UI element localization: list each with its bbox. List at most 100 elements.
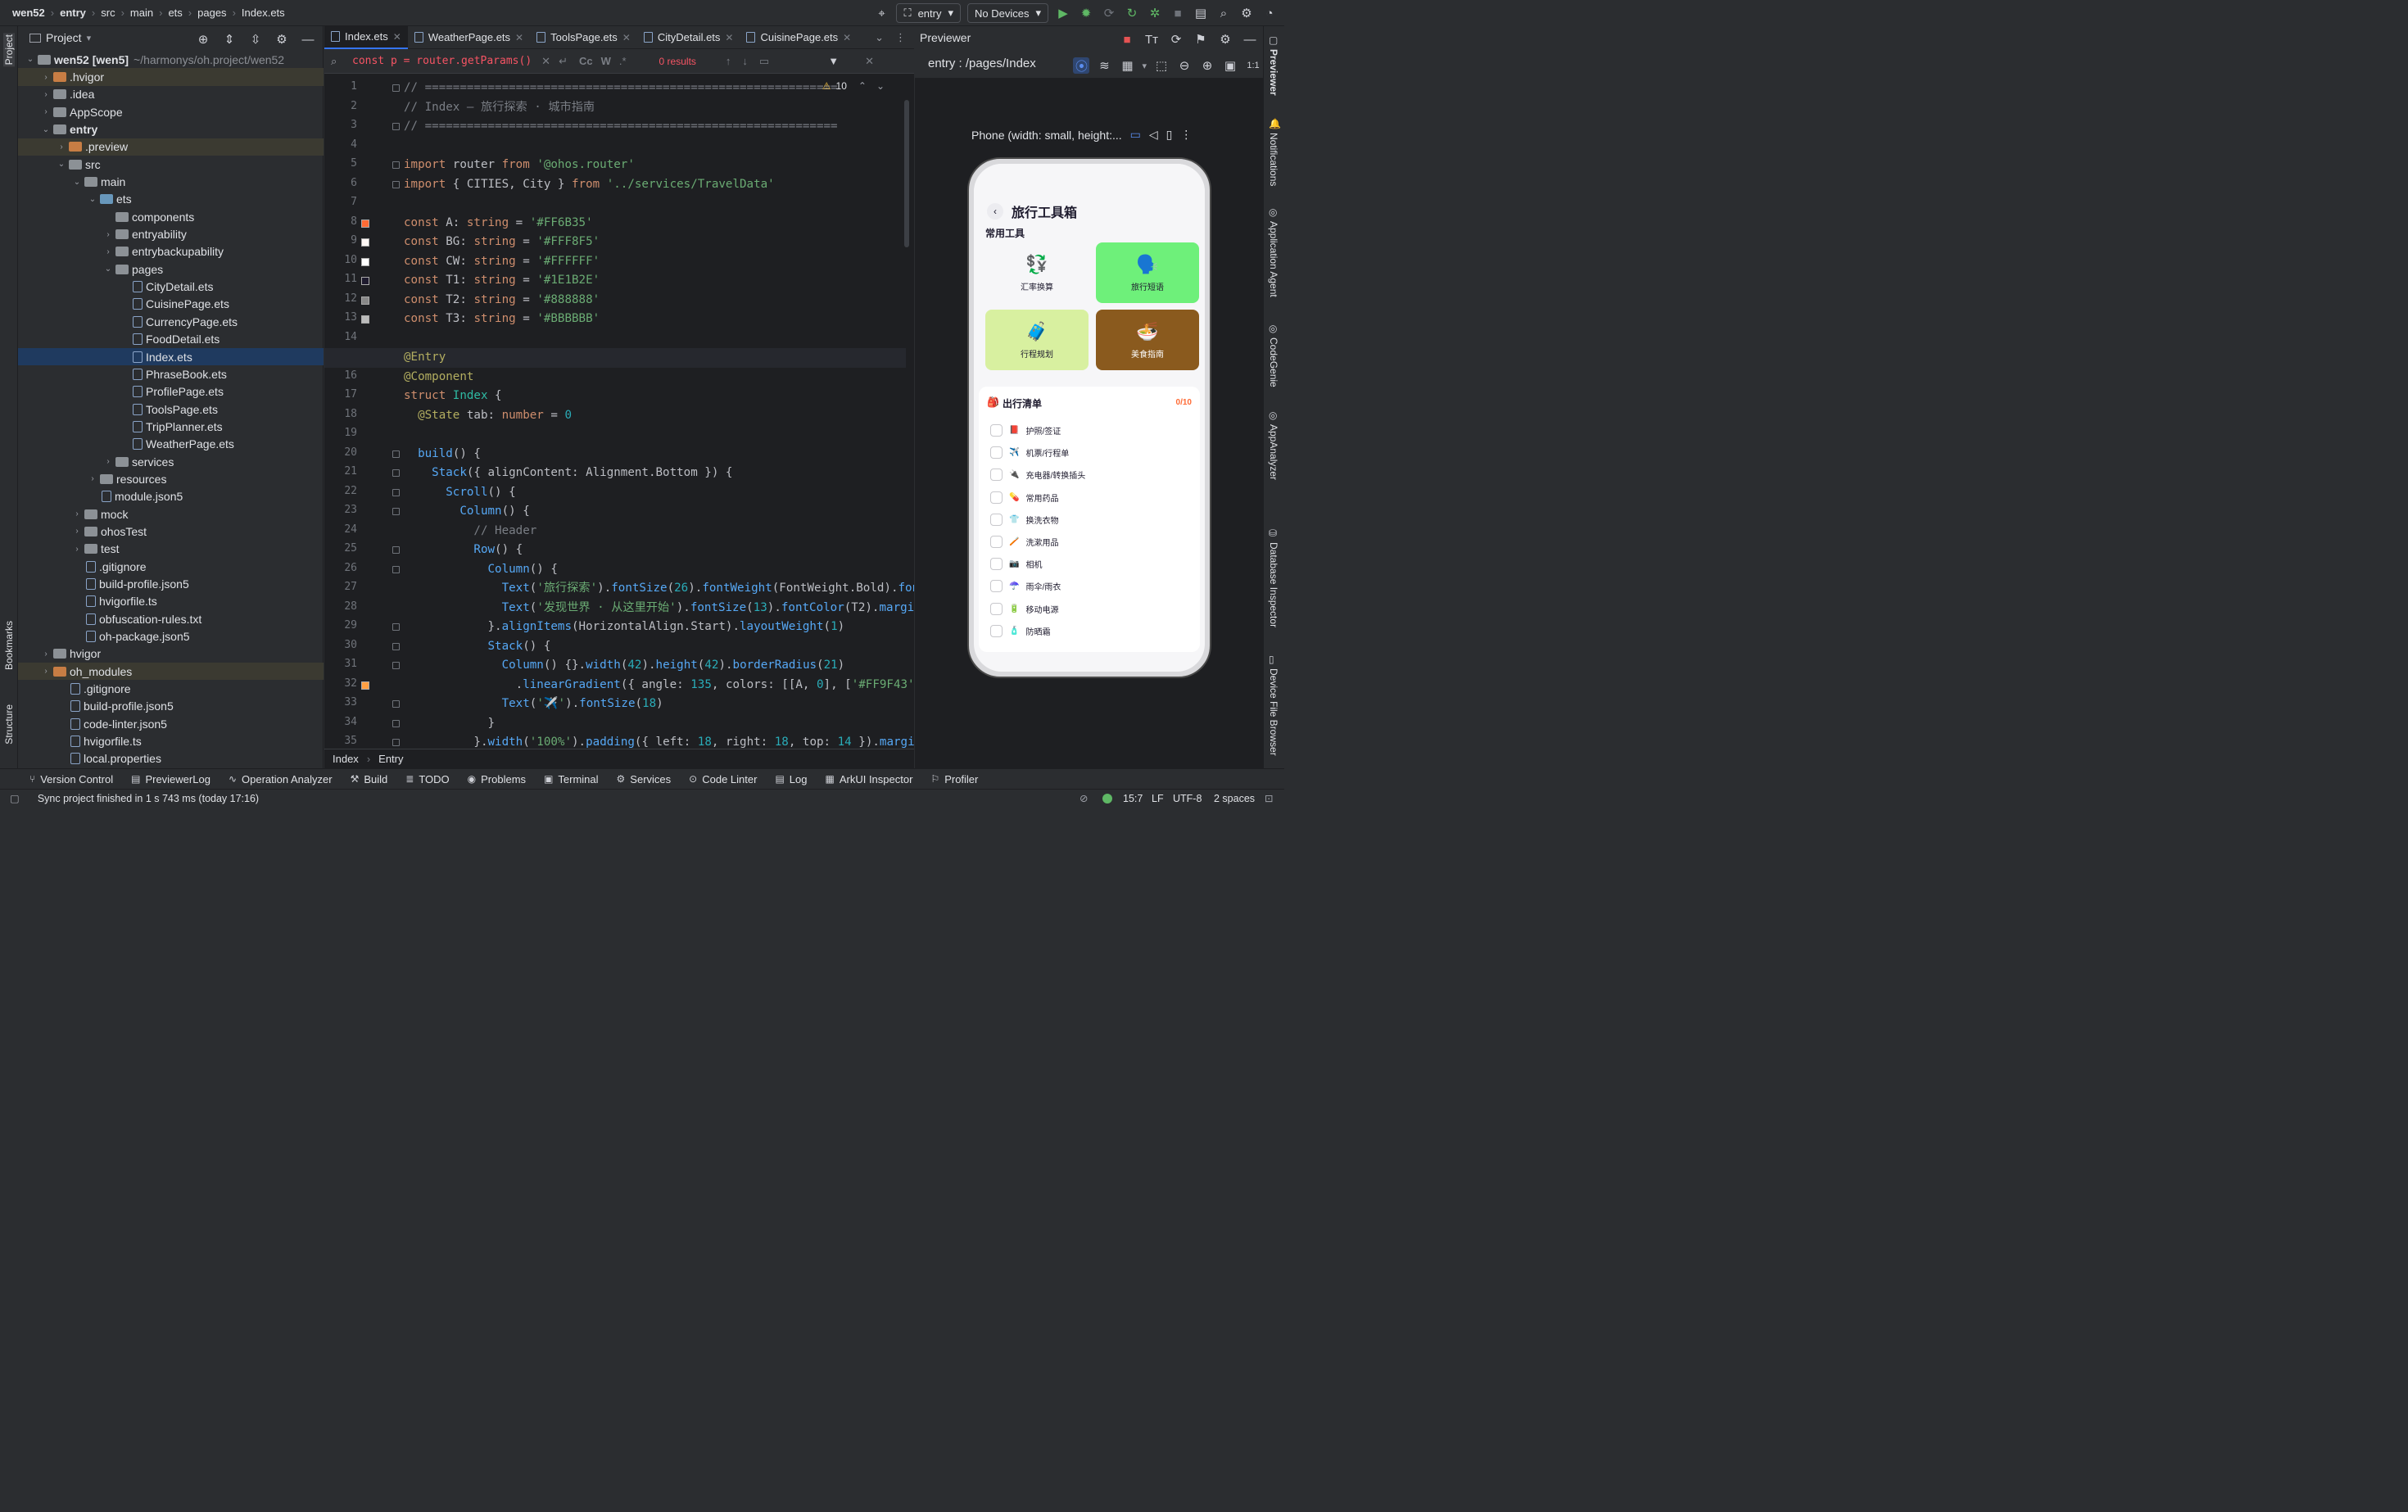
tree-item[interactable]: › hvigor: [18, 645, 324, 663]
layers-icon[interactable]: ≋: [1096, 57, 1112, 74]
breadcrumb-entry[interactable]: Entry: [378, 753, 403, 765]
fold-icon[interactable]: [392, 450, 400, 458]
tool-window-button[interactable]: ▤ Log: [775, 773, 807, 785]
tool-window-button[interactable]: ◉ Problems: [468, 773, 526, 785]
checkbox[interactable]: [990, 602, 1003, 615]
tree-item[interactable]: FoodDetail.ets: [18, 331, 324, 348]
tree-item[interactable]: ⌄ ets: [18, 191, 324, 208]
fold-icon[interactable]: [392, 565, 400, 573]
editor-tab[interactable]: WeatherPage.ets ✕: [408, 26, 530, 49]
tool-window-tab[interactable]: Previewer: [1268, 49, 1279, 96]
code-line[interactable]: import router from '@ohos.router': [404, 156, 635, 175]
editor-tab[interactable]: CuisinePage.ets ✕: [740, 26, 858, 49]
code-line[interactable]: import { CITIES, City } from '../service…: [404, 175, 775, 195]
code-line[interactable]: Text('发现世界 · 从这里开始').fontSize(13).fontCo…: [404, 599, 914, 618]
tree-item[interactable]: .gitignore: [18, 680, 324, 697]
run-icon[interactable]: ▶: [1055, 5, 1071, 21]
device-select[interactable]: No Devices ▾: [967, 3, 1048, 23]
status-ok-icon[interactable]: [1102, 793, 1112, 804]
tool-window-button[interactable]: ≣ TODO: [405, 773, 449, 785]
project-tool-tab[interactable]: Project: [3, 33, 15, 67]
whole-words-icon[interactable]: W: [601, 55, 611, 67]
close-tab-icon[interactable]: ✕: [622, 32, 631, 43]
code-line[interactable]: // Index — 旅行探索 · 城市指南: [404, 98, 595, 118]
settings-gear-icon[interactable]: ⚙: [1217, 31, 1233, 48]
breadcrumb-item[interactable]: entry: [57, 7, 88, 19]
fold-icon[interactable]: [392, 508, 400, 515]
tool-window-button[interactable]: ⚒ Build: [351, 773, 388, 785]
filter-icon[interactable]: ▭: [759, 55, 769, 68]
chevron-down-icon[interactable]: ⌄: [71, 178, 83, 187]
chevron-right-icon[interactable]: ›: [102, 230, 114, 239]
line-separator[interactable]: LF: [1152, 793, 1164, 804]
project-title[interactable]: Project: [46, 31, 82, 44]
chevron-right-icon[interactable]: ›: [71, 545, 83, 554]
lock-icon[interactable]: ⊡: [1265, 792, 1273, 804]
toggle-panels-icon[interactable]: ▢: [10, 792, 20, 804]
zoom-out-icon[interactable]: ⊖: [1176, 57, 1193, 74]
code-line[interactable]: // =====================================…: [404, 117, 838, 137]
filter-funnel-icon[interactable]: ▼: [828, 55, 839, 67]
tree-item[interactable]: WeatherPage.ets: [18, 436, 324, 453]
checklist-item[interactable]: 🔋 移动电源: [990, 602, 1058, 615]
code-line[interactable]: }.alignItems(HorizontalAlign.Start).layo…: [404, 618, 844, 637]
close-tab-icon[interactable]: ✕: [515, 32, 523, 43]
close-find-icon[interactable]: ✕: [865, 55, 874, 68]
tool-tile[interactable]: 🗣️ 旅行短语: [1096, 242, 1199, 303]
tool-window-button[interactable]: ⚙ Services: [617, 773, 672, 785]
locate-icon[interactable]: ⊕: [195, 31, 211, 48]
chevron-right-icon[interactable]: ›: [40, 650, 52, 659]
code-line[interactable]: build() {: [404, 445, 481, 464]
pin-icon[interactable]: ⚑: [1193, 31, 1209, 48]
tool-window-tab[interactable]: Notifications: [1268, 133, 1279, 186]
tree-item[interactable]: CityDetail.ets: [18, 278, 324, 295]
tree-item[interactable]: TripPlanner.ets: [18, 418, 324, 435]
checklist-item[interactable]: 👕 换洗衣物: [990, 513, 1058, 526]
checkbox[interactable]: [990, 513, 1003, 526]
tree-item[interactable]: ⌄ entry: [18, 120, 324, 138]
file-encoding[interactable]: UTF-8: [1173, 793, 1202, 804]
code-line[interactable]: const T3: string = '#BBBBBB': [404, 310, 600, 329]
checklist-item[interactable]: 📷 相机: [990, 558, 1042, 571]
phone-screen[interactable]: ‹ 旅行工具箱 常用工具 💱 汇率换算 🗣️ 旅行短语 🧳 行程规划 🍜 美食指南 🎒 出行清单…: [974, 164, 1205, 672]
fit-icon[interactable]: ⬚: [1153, 57, 1170, 74]
chevron-right-icon[interactable]: ›: [40, 90, 52, 99]
breadcrumb-item[interactable]: ets: [165, 7, 184, 19]
expand-all-icon[interactable]: ⇕: [221, 31, 238, 48]
color-swatch-icon[interactable]: [361, 681, 369, 690]
color-swatch-icon[interactable]: [361, 238, 369, 247]
chevron-down-icon[interactable]: ⌄: [102, 265, 114, 274]
chevron-right-icon[interactable]: ›: [56, 143, 67, 152]
tree-item[interactable]: › entryability: [18, 225, 324, 242]
breadcrumb-item[interactable]: wen52: [10, 7, 48, 19]
checkbox[interactable]: [990, 580, 1003, 593]
stop-preview-icon[interactable]: ■: [1119, 31, 1135, 48]
more-icon[interactable]: ⋮: [895, 31, 906, 44]
debug-icon[interactable]: ✹: [1078, 5, 1094, 21]
editor-tab[interactable]: Index.ets ✕: [324, 25, 408, 49]
tool-window-button[interactable]: ▣ Terminal: [544, 773, 598, 785]
breadcrumb-struct[interactable]: Index: [333, 753, 359, 765]
fold-icon[interactable]: [392, 739, 400, 746]
tool-tile[interactable]: 🧳 行程规划: [985, 310, 1089, 370]
breadcrumb-item[interactable]: main: [128, 7, 156, 19]
profile-avatar-icon[interactable]: ◔: [1261, 5, 1278, 21]
clear-icon[interactable]: ✕: [541, 55, 550, 68]
code-line[interactable]: Text('✈️').fontSize(18): [404, 695, 663, 714]
code-line[interactable]: const BG: string = '#FFF8F5': [404, 233, 600, 252]
inspection-widget[interactable]: ⚠ 10 ⌃ ⌄: [822, 80, 885, 92]
editor-scrollbar[interactable]: [904, 100, 909, 247]
indent-setting[interactable]: 2 spaces: [1214, 793, 1255, 804]
fold-icon[interactable]: [392, 84, 400, 92]
checkbox[interactable]: [990, 558, 1003, 571]
tool-window-button[interactable]: ∿ Operation Analyzer: [229, 773, 333, 785]
checklist-item[interactable]: 🪥 洗漱用品: [990, 536, 1058, 548]
tree-item[interactable]: obfuscation-rules.txt: [18, 610, 324, 627]
editor-tab[interactable]: ToolsPage.ets ✕: [530, 26, 637, 49]
back-icon[interactable]: ‹: [987, 203, 1003, 220]
more-icon[interactable]: ⋮: [1180, 128, 1192, 142]
chevron-down-icon[interactable]: ⌄: [87, 195, 98, 204]
new-line-icon[interactable]: ↵: [559, 55, 568, 68]
tree-item[interactable]: › mock: [18, 505, 324, 523]
tree-item[interactable]: ⌄ pages: [18, 260, 324, 278]
